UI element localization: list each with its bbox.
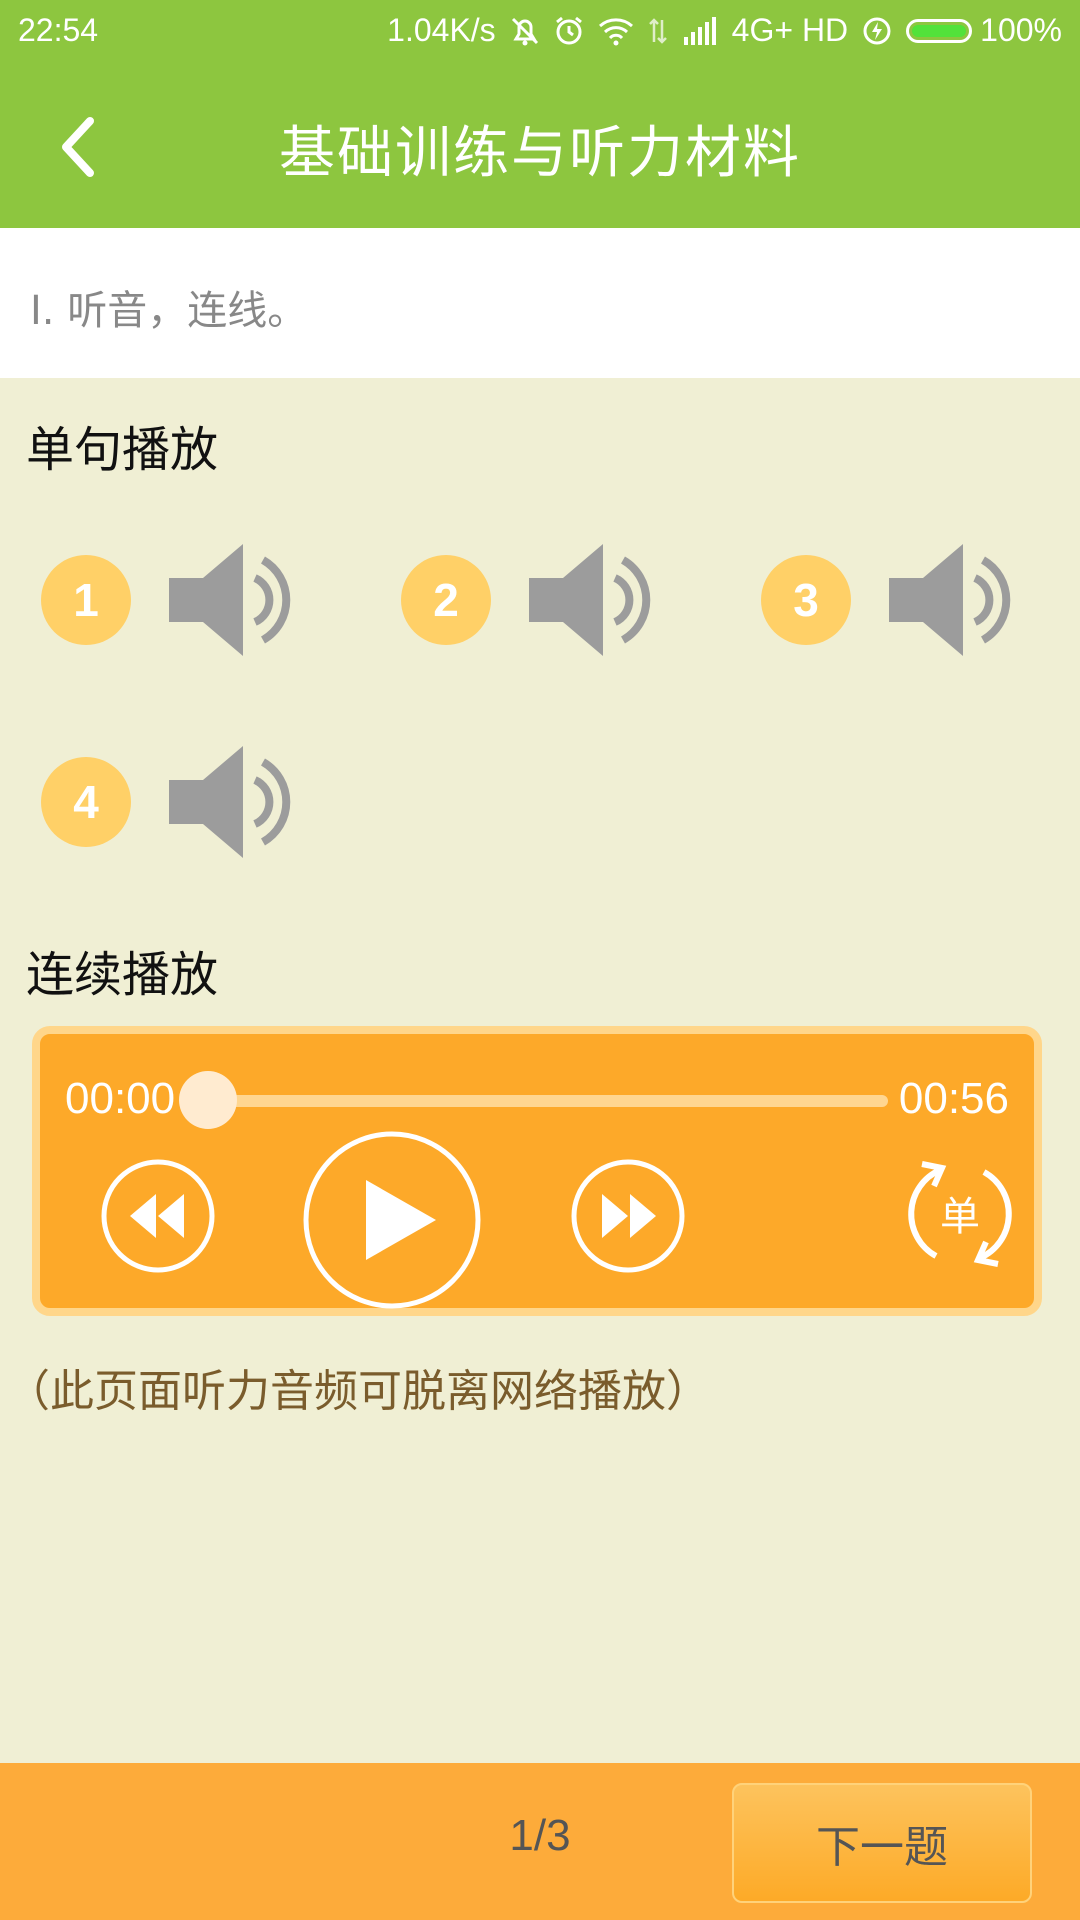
rewind-icon <box>101 1159 215 1273</box>
speaker-icon <box>169 544 291 656</box>
continuous-play-title: 连续播放 <box>26 947 219 1003</box>
repeat-label: 单 <box>940 1194 980 1240</box>
network-type: 4G+ HD <box>731 12 849 48</box>
status-time: 22:54 <box>18 12 99 48</box>
mute-bell-icon <box>510 15 540 47</box>
battery-percent: 100% <box>980 12 1062 48</box>
footer-bar: 1/3 下一题 <box>0 1763 1080 1920</box>
next-question-button[interactable]: 下一题 <box>732 1783 1032 1903</box>
question-text: I. 听音，连线。 <box>30 288 308 334</box>
alarm-icon <box>554 15 584 47</box>
sentence-item-3[interactable]: 3 <box>761 540 1023 660</box>
number-badge: 4 <box>41 757 131 847</box>
speaker-icon <box>529 544 651 656</box>
battery-fill <box>912 24 967 37</box>
speaker-icon <box>169 746 291 858</box>
sentence-item-2[interactable]: 2 <box>401 540 663 660</box>
repeat-mode-button[interactable]: 单 <box>900 1154 1020 1274</box>
signal-icon <box>682 16 718 45</box>
number-badge: 1 <box>41 555 131 645</box>
page-title: 基础训练与听力材料 <box>279 121 801 186</box>
play-button[interactable] <box>302 1130 482 1310</box>
progress-thumb[interactable] <box>179 1071 237 1129</box>
single-play-title: 单句播放 <box>26 422 219 478</box>
sentence-item-1[interactable]: 1 <box>41 540 303 660</box>
data-arrows-icon <box>648 16 668 46</box>
app-bar: 基础训练与听力材料 <box>0 62 1080 228</box>
status-icons: 1.04K/s 4G+ HD 100% <box>387 12 1062 49</box>
offline-note: （此页面听力音频可脱离网络播放） <box>6 1366 710 1417</box>
number-badge: 2 <box>401 555 491 645</box>
fast-forward-button[interactable] <box>570 1158 686 1274</box>
current-time: 00:00 <box>65 1074 176 1123</box>
battery-indicator: 100% <box>906 12 1062 49</box>
sentence-item-4[interactable]: 4 <box>41 742 303 862</box>
repeat-single-icon: 单 <box>908 1161 1012 1267</box>
wifi-icon <box>598 16 634 46</box>
progress-track[interactable] <box>208 1095 888 1107</box>
app-screen: 22:54 1.04K/s 4G+ HD 100% 基础训练与听力材料 I. 听… <box>0 0 1080 1920</box>
status-bar: 22:54 1.04K/s 4G+ HD 100% <box>0 0 1080 62</box>
fast-forward-icon <box>571 1159 685 1273</box>
network-speed: 1.04K/s <box>387 12 496 48</box>
battery-icon <box>906 18 973 43</box>
total-time: 00:56 <box>898 1074 1009 1123</box>
question-header: I. 听音，连线。 <box>0 228 1080 378</box>
number-badge: 3 <box>761 555 851 645</box>
charging-icon <box>862 16 892 46</box>
audio-player: 00:00 00:56 单 <box>32 1026 1042 1316</box>
play-icon <box>303 1131 481 1309</box>
rewind-button[interactable] <box>100 1158 216 1274</box>
speaker-icon <box>889 544 1011 656</box>
